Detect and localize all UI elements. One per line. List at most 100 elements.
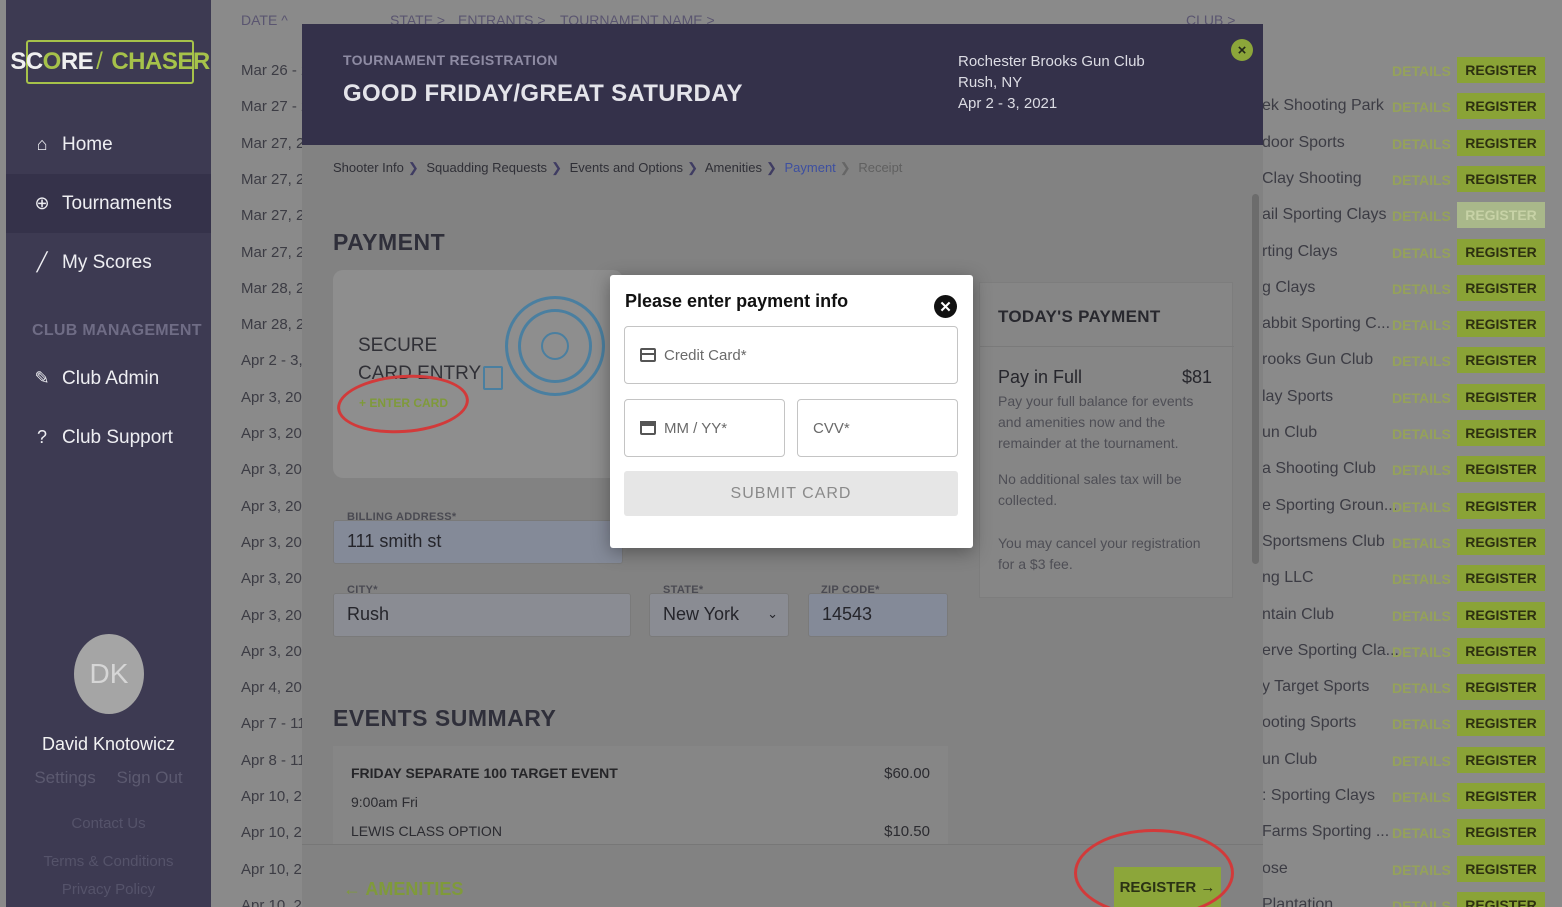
row-register-button[interactable]: REGISTER (1457, 638, 1545, 664)
row-register-button[interactable]: REGISTER (1457, 456, 1545, 482)
row-register-button[interactable]: REGISTER (1457, 93, 1545, 119)
date-column-header[interactable]: DATE ^ (241, 12, 288, 28)
details-link[interactable]: DETAILS (1392, 753, 1451, 769)
row-register-button[interactable]: REGISTER (1457, 674, 1545, 700)
details-link[interactable]: DETAILS (1392, 535, 1451, 551)
row-register-button[interactable]: REGISTER (1457, 311, 1545, 337)
nav-home[interactable]: ⌂ Home (6, 115, 211, 174)
row-register-button[interactable]: REGISTER (1457, 783, 1545, 809)
details-link[interactable]: DETAILS (1392, 245, 1451, 261)
details-link[interactable]: DETAILS (1392, 353, 1451, 369)
nav-tournaments-label: Tournaments (62, 192, 172, 214)
avatar[interactable]: DK (74, 634, 144, 714)
home-icon: ⌂ (36, 134, 48, 154)
row-register-button[interactable]: REGISTER (1457, 130, 1545, 156)
venue-dates: Apr 2 - 3, 2021 (958, 95, 1058, 112)
row-date: Apr 3, 202 (241, 425, 311, 442)
row-register-button[interactable]: REGISTER (1457, 565, 1545, 591)
settings-link[interactable]: Settings (34, 768, 95, 787)
details-link[interactable]: DETAILS (1392, 644, 1451, 660)
details-link[interactable]: DETAILS (1392, 99, 1451, 115)
row-register-button[interactable]: REGISTER (1457, 710, 1545, 736)
details-link[interactable]: DETAILS (1392, 825, 1451, 841)
row-register-button[interactable]: REGISTER (1457, 529, 1545, 555)
row-register-button[interactable]: REGISTER (1457, 57, 1545, 83)
row-club: un Club (1262, 751, 1318, 768)
nav-tournaments[interactable]: ⊕ Tournaments (6, 174, 211, 233)
crumb-squadding[interactable]: Squadding Requests (426, 160, 547, 175)
row-date: Apr 3, 202 (241, 461, 311, 478)
row-register-button[interactable]: REGISTER (1457, 602, 1545, 628)
privacy-policy-link[interactable]: Privacy Policy (6, 881, 211, 898)
details-link[interactable]: DETAILS (1392, 136, 1451, 152)
details-link[interactable]: DETAILS (1392, 426, 1451, 442)
row-register-button[interactable]: REGISTER (1457, 420, 1545, 446)
state-select[interactable]: New York ⌄ (649, 593, 789, 637)
credit-card-input[interactable]: Credit Card* (624, 326, 958, 384)
nav-club-support-label: Club Support (62, 426, 173, 448)
details-link[interactable]: DETAILS (1392, 317, 1451, 333)
row-register-button[interactable]: REGISTER (1457, 166, 1545, 192)
events-summary-heading: EVENTS SUMMARY (333, 705, 557, 731)
zip-input[interactable]: 14543 (808, 593, 948, 637)
modal-scrollbar[interactable] (1252, 194, 1259, 564)
row-register-button[interactable]: REGISTER (1457, 856, 1545, 882)
row-register-button[interactable]: REGISTER (1457, 493, 1545, 519)
row-club: erve Sporting Cla... (1262, 642, 1399, 659)
row-register-button[interactable]: REGISTER (1457, 275, 1545, 301)
details-link[interactable]: DETAILS (1392, 680, 1451, 696)
nav-my-scores[interactable]: ╱ My Scores (6, 233, 211, 292)
crumb-events[interactable]: Events and Options (570, 160, 683, 175)
row-register-button[interactable]: REGISTER (1457, 747, 1545, 773)
crumb-shooter-info[interactable]: Shooter Info (333, 160, 404, 175)
nav-club-admin[interactable]: ✎ Club Admin (6, 349, 211, 408)
row-register-button[interactable]: REGISTER (1457, 347, 1545, 373)
row-register-button[interactable]: REGISTER (1457, 202, 1545, 228)
todays-payment-heading: TODAY'S PAYMENT (998, 307, 1161, 326)
details-link[interactable]: DETAILS (1392, 789, 1451, 805)
user-name: David Knotowicz (41, 734, 176, 754)
row-register-button[interactable]: REGISTER (1457, 239, 1545, 265)
billing-address-input[interactable]: 111 smith st (333, 520, 623, 564)
row-club: a Shooting Club (1262, 460, 1376, 477)
details-link[interactable]: DETAILS (1392, 208, 1451, 224)
back-to-amenities-button[interactable]: ← AMENITIES (343, 879, 463, 900)
event-time: 9:00am Fri (351, 794, 418, 810)
row-register-button[interactable]: REGISTER (1457, 384, 1545, 410)
details-link[interactable]: DETAILS (1392, 608, 1451, 624)
close-icon: ✕ (939, 298, 952, 316)
todays-payment-panel: TODAY'S PAYMENT Pay in Full $81 Pay your… (979, 282, 1234, 598)
row-register-button[interactable]: REGISTER (1457, 819, 1545, 845)
details-link[interactable]: DETAILS (1392, 571, 1451, 587)
close-payment-dialog-button[interactable]: ✕ (934, 295, 957, 318)
pay-in-full-option[interactable]: Pay in Full (998, 367, 1082, 388)
details-link[interactable]: DETAILS (1392, 462, 1451, 478)
nav-club-support[interactable]: ? Club Support (6, 408, 211, 467)
sign-out-link[interactable]: Sign Out (117, 768, 183, 787)
contact-us-link[interactable]: Contact Us (6, 815, 211, 832)
submit-card-button[interactable]: SUBMIT CARD (624, 471, 958, 516)
score-chaser-logo[interactable]: SCORE / CHASER (10, 40, 210, 84)
crumb-amenities[interactable]: Amenities (705, 160, 762, 175)
crumb-payment[interactable]: Payment (784, 160, 835, 175)
sales-tax-note: No additional sales tax will be collecte… (998, 471, 1182, 508)
details-link[interactable]: DETAILS (1392, 281, 1451, 297)
details-link[interactable]: DETAILS (1392, 716, 1451, 732)
details-link[interactable]: DETAILS (1392, 862, 1451, 878)
city-input[interactable]: Rush (333, 593, 631, 637)
details-link[interactable]: DETAILS (1392, 63, 1451, 79)
terms-link[interactable]: Terms & Conditions (6, 853, 211, 870)
details-link[interactable]: DETAILS (1392, 172, 1451, 188)
row-club: y Target Sports (1262, 678, 1370, 695)
row-date: Apr 3, 202 (241, 570, 311, 587)
club-management-heading: CLUB MANAGEMENT (32, 322, 202, 339)
expiry-input[interactable]: MM / YY* (624, 399, 785, 457)
close-registration-button[interactable]: × (1231, 39, 1253, 61)
nav-home-label: Home (62, 133, 113, 155)
details-link[interactable]: DETAILS (1392, 499, 1451, 515)
cvv-input[interactable]: CVV* (797, 399, 958, 457)
details-link[interactable]: DETAILS (1392, 898, 1451, 907)
row-register-button[interactable]: REGISTER (1457, 892, 1545, 907)
secure-card-panel: SECURE CARD ENTRY + ENTER CARD (333, 270, 623, 478)
details-link[interactable]: DETAILS (1392, 390, 1451, 406)
